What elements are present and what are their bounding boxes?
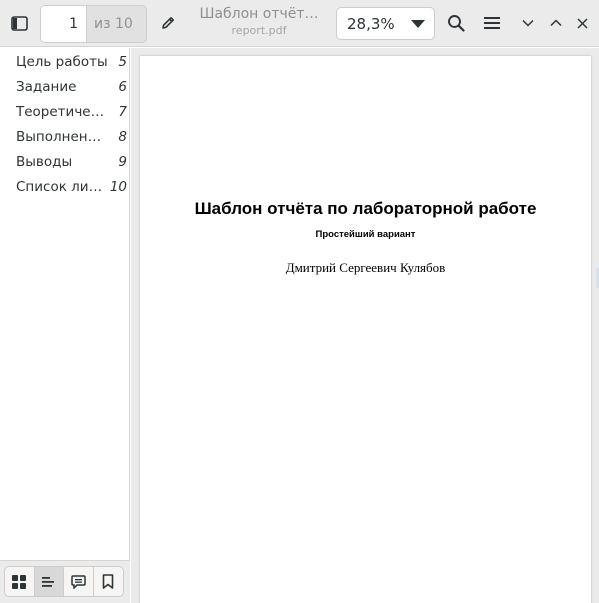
chevron-up-icon	[550, 19, 562, 27]
sidebar-footer	[0, 560, 130, 603]
annotate-button[interactable]	[151, 6, 185, 40]
document-title: Шаблон отчёт…	[199, 6, 319, 22]
page-selector: из 10	[40, 5, 147, 43]
outline-item-label: Список лит…	[16, 178, 108, 195]
bookmarks-tab[interactable]	[94, 567, 123, 596]
pencil-icon	[162, 17, 174, 29]
outline-item-label: Цель работы	[16, 53, 108, 70]
zoom-dropdown[interactable]: 28,3%	[336, 7, 435, 40]
document-title-block: Шаблон отчёт… report.pdf	[190, 6, 328, 37]
outline-item-page: 9	[118, 153, 127, 170]
outline-item[interactable]: Цель работы 5	[0, 49, 130, 74]
sidebar-outline: Цель работы 5 Задание 6 Теоретиче… 7 Вып…	[0, 48, 130, 603]
document-view[interactable]: Шаблон отчёта по лабораторной работе Про…	[131, 48, 599, 603]
chevron-down-icon	[522, 19, 534, 27]
page-count-label: из 10	[87, 6, 146, 42]
comment-icon	[71, 574, 86, 589]
outline-tab[interactable]	[34, 567, 64, 596]
document-filename: report.pdf	[231, 24, 287, 37]
page-title: Шаблон отчёта по лабораторной работе	[194, 199, 537, 218]
outline-item[interactable]: Задание 6	[0, 74, 130, 99]
close-icon	[576, 17, 588, 29]
outline-item-page: 6	[118, 78, 127, 95]
outline-item[interactable]: Выводы 9	[0, 149, 130, 174]
sidebar-mode-switcher	[4, 566, 124, 597]
main-menu-button[interactable]	[475, 6, 509, 40]
sidebar-toggle-icon	[10, 15, 28, 31]
outline-item-label: Задание	[16, 78, 77, 95]
thumbnails-tab[interactable]	[5, 567, 35, 596]
header-bar: из 10 Шаблон отчёт… report.pdf 28,3%	[0, 0, 599, 47]
sidebar-toggle-button[interactable]	[2, 6, 36, 40]
search-button[interactable]	[439, 6, 473, 40]
outline-item-label: Теоретиче…	[16, 103, 105, 120]
outline-item-page: 5	[118, 53, 127, 70]
hamburger-menu-icon	[484, 17, 500, 29]
outline-icon	[41, 576, 54, 587]
search-icon	[448, 15, 465, 32]
grid-icon	[12, 574, 27, 589]
page-subtitle: Простейший вариант	[315, 229, 416, 240]
minimize-button[interactable]	[513, 6, 543, 40]
annotations-tab[interactable]	[64, 567, 94, 596]
outline-item-page: 10	[109, 178, 127, 195]
outline-item[interactable]: Выполнени… 8	[0, 124, 130, 149]
outline-item-page: 8	[118, 128, 127, 145]
page-number-input[interactable]	[41, 6, 87, 42]
page-author: Дмитрий Сергеевич Кулябов	[285, 260, 446, 275]
bookmark-icon	[102, 574, 114, 589]
outline-item[interactable]: Теоретиче… 7	[0, 99, 130, 124]
outline-item-label: Выполнени…	[16, 128, 108, 145]
dropdown-arrow-icon	[411, 19, 425, 28]
outline-item-label: Выводы	[16, 153, 73, 170]
zoom-value: 28,3%	[347, 14, 395, 33]
close-button[interactable]	[567, 6, 597, 40]
document-page: Шаблон отчёта по лабораторной работе Про…	[140, 56, 591, 603]
outline-item[interactable]: Список лит… 10	[0, 174, 130, 199]
outline-item-page: 7	[118, 103, 127, 120]
